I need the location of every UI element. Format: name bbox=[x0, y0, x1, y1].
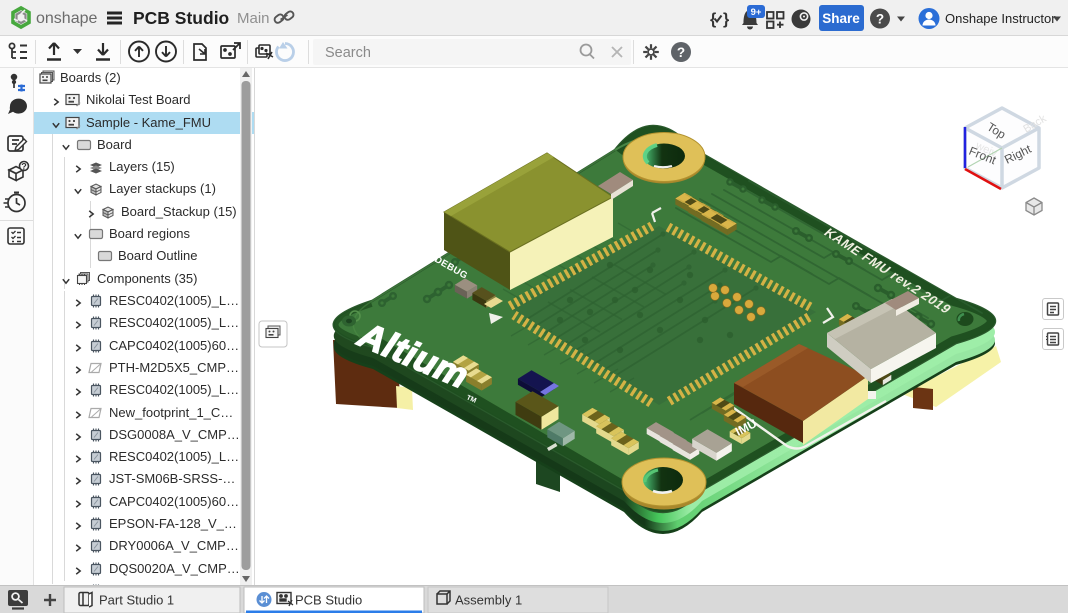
svg-text:Assembly 1: Assembly 1 bbox=[455, 593, 522, 608]
svg-text:9+: 9+ bbox=[751, 7, 762, 18]
svg-text:Search: Search bbox=[325, 45, 371, 61]
svg-text:}: } bbox=[723, 11, 729, 28]
svg-text:Main: Main bbox=[237, 10, 270, 27]
svg-text:Part Studio 1: Part Studio 1 bbox=[99, 593, 174, 608]
svg-text:Onshape Instructor: Onshape Instructor bbox=[945, 11, 1056, 26]
svg-text:?: ? bbox=[677, 45, 685, 60]
svg-text:PCB Studio: PCB Studio bbox=[133, 8, 229, 28]
svg-text:?: ? bbox=[876, 12, 884, 27]
svg-text:PCB Studio: PCB Studio bbox=[295, 593, 362, 608]
svg-text:onshape: onshape bbox=[36, 10, 97, 27]
svg-text:?: ? bbox=[21, 162, 27, 172]
svg-text:Share: Share bbox=[822, 11, 860, 26]
